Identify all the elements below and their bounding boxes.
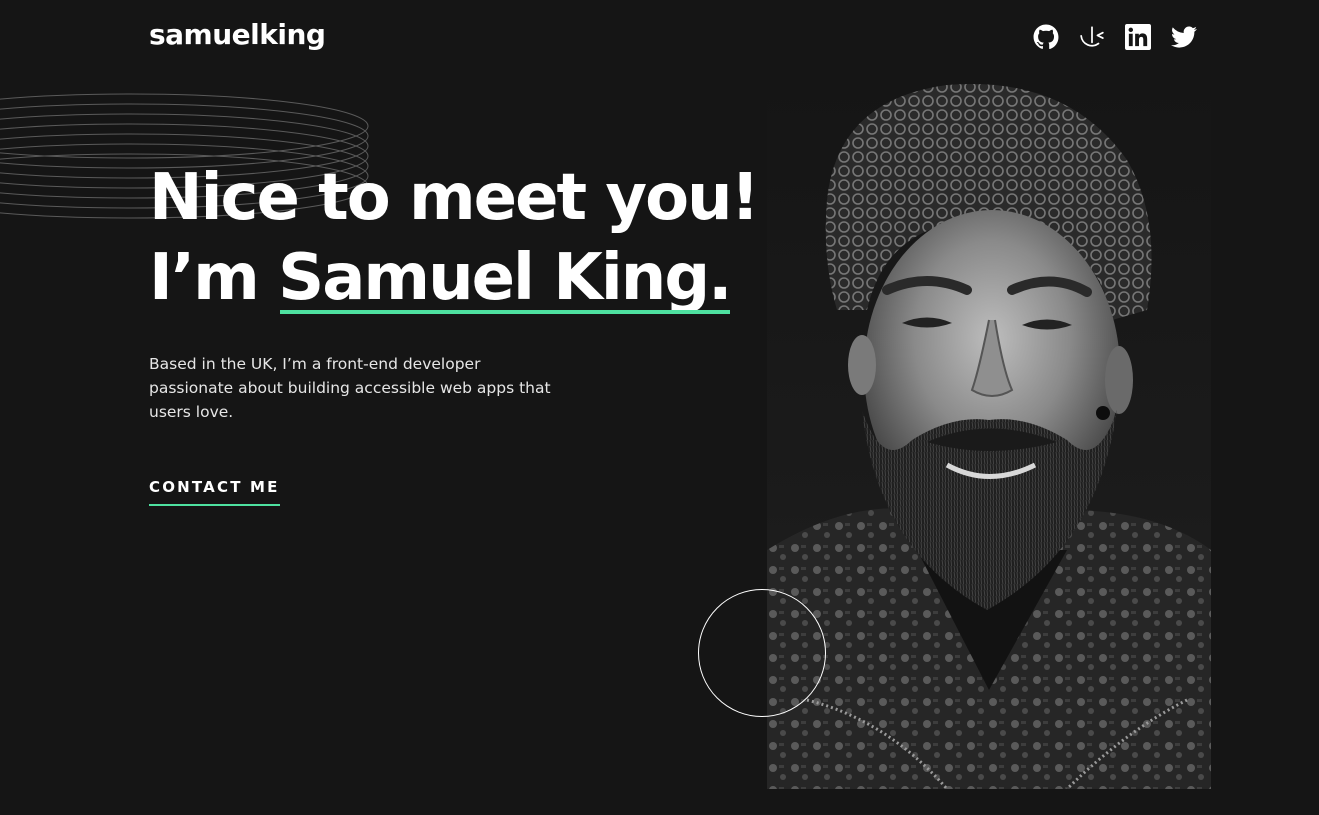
linkedin-icon xyxy=(1125,24,1151,50)
headline-line-1: Nice to meet you! xyxy=(149,161,760,235)
page: samuelking Nice to meet you! I’m Samuel … xyxy=(0,0,1319,815)
social-links xyxy=(1033,24,1197,50)
frontend-mentor-link[interactable] xyxy=(1079,24,1105,50)
headline-line-2: I’m Samuel King. xyxy=(149,238,758,318)
linkedin-link[interactable] xyxy=(1125,24,1151,50)
site-logo[interactable]: samuelking xyxy=(149,18,326,51)
twitter-icon xyxy=(1171,24,1197,50)
hero-headline: Nice to meet you! I’m Samuel King. xyxy=(149,158,760,318)
contact-me-button[interactable]: CONTACT ME xyxy=(149,478,280,506)
twitter-link[interactable] xyxy=(1171,24,1197,50)
decorative-circle xyxy=(698,589,826,717)
headline-name: Samuel King. xyxy=(278,238,732,318)
profile-photo xyxy=(767,80,1211,789)
github-link[interactable] xyxy=(1033,24,1059,50)
github-icon xyxy=(1033,24,1059,50)
intro-text: Based in the UK, I’m a front-end develop… xyxy=(149,355,551,421)
headline-prefix: I’m xyxy=(149,241,279,315)
frontend-mentor-icon xyxy=(1079,24,1105,50)
